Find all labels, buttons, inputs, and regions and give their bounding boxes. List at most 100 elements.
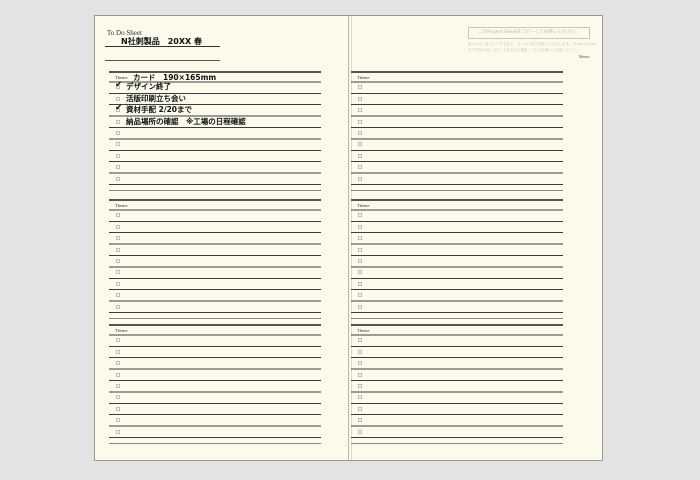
todo-row[interactable]	[351, 245, 563, 256]
checkbox[interactable]	[358, 293, 362, 298]
todo-row[interactable]	[351, 210, 563, 221]
checkbox[interactable]	[116, 418, 120, 423]
todo-row[interactable]	[109, 335, 321, 346]
checkbox[interactable]	[358, 96, 362, 101]
todo-row[interactable]	[109, 128, 321, 139]
checkbox[interactable]	[358, 361, 362, 366]
checkbox[interactable]	[358, 153, 362, 158]
checkbox[interactable]	[116, 304, 120, 309]
checkbox[interactable]	[358, 384, 362, 388]
todo-row[interactable]	[109, 347, 321, 358]
checkbox[interactable]	[116, 395, 120, 400]
checkbox[interactable]	[116, 293, 120, 298]
todo-row[interactable]	[109, 290, 321, 301]
checkbox[interactable]	[358, 165, 362, 170]
todo-row[interactable]	[109, 233, 321, 244]
todo-row[interactable]	[109, 139, 321, 150]
checkbox[interactable]	[116, 429, 120, 434]
todo-row[interactable]	[351, 222, 563, 233]
todo-row[interactable]	[109, 222, 321, 233]
todo-row[interactable]	[351, 82, 563, 93]
todo-row[interactable]	[109, 358, 321, 369]
todo-row[interactable]	[351, 139, 563, 150]
todo-row[interactable]	[351, 381, 563, 392]
todo-row[interactable]	[351, 415, 563, 426]
todo-row[interactable]	[351, 358, 563, 369]
checkbox[interactable]	[358, 372, 362, 377]
todo-row[interactable]	[109, 245, 321, 256]
checkbox[interactable]	[116, 131, 120, 135]
checkbox[interactable]	[358, 395, 362, 400]
checkbox[interactable]	[358, 247, 362, 252]
checkbox[interactable]	[116, 338, 120, 343]
checkbox[interactable]	[358, 281, 362, 286]
todo-row[interactable]	[109, 256, 321, 267]
checkbox[interactable]	[358, 108, 362, 113]
todo-row[interactable]	[351, 290, 563, 301]
checkbox[interactable]	[116, 384, 120, 388]
todo-row[interactable]	[351, 128, 563, 139]
todo-row[interactable]	[351, 151, 563, 162]
todo-text[interactable]: デザイン終了	[126, 81, 171, 92]
checkbox[interactable]	[358, 418, 362, 423]
checkbox[interactable]	[116, 281, 120, 286]
todo-row[interactable]	[109, 392, 321, 403]
checkbox[interactable]	[358, 236, 362, 241]
checkbox[interactable]	[116, 213, 120, 218]
checkbox[interactable]	[358, 406, 362, 411]
todo-row[interactable]	[109, 302, 321, 313]
checkbox[interactable]	[358, 224, 362, 229]
todo-row[interactable]	[351, 404, 563, 415]
todo-row[interactable]	[109, 427, 321, 438]
todo-row[interactable]: 納品場所の確認 ※工場の日程確認	[109, 117, 321, 128]
checkbox[interactable]	[358, 429, 362, 434]
todo-row[interactable]	[351, 335, 563, 346]
checkbox[interactable]	[116, 96, 120, 101]
checkbox[interactable]	[116, 349, 120, 354]
todo-row[interactable]	[351, 347, 563, 358]
checkbox[interactable]	[116, 119, 120, 124]
todo-row[interactable]	[109, 279, 321, 290]
todo-row[interactable]	[351, 427, 563, 438]
todo-row[interactable]	[351, 392, 563, 403]
todo-text[interactable]: 活版印刷立ち会い	[126, 93, 186, 104]
todo-row[interactable]	[109, 415, 321, 426]
todo-row[interactable]	[351, 267, 563, 278]
todo-text[interactable]: 資材手配 2/20まで	[126, 104, 192, 115]
todo-row[interactable]	[109, 151, 321, 162]
todo-row[interactable]	[109, 210, 321, 221]
checkbox[interactable]	[358, 304, 362, 309]
checkbox[interactable]	[116, 142, 120, 147]
todo-row[interactable]	[351, 117, 563, 128]
checkbox[interactable]	[116, 406, 120, 411]
checkbox[interactable]	[116, 372, 120, 377]
checkbox[interactable]	[358, 259, 362, 263]
checkbox[interactable]	[358, 142, 362, 147]
todo-row[interactable]	[351, 256, 563, 267]
todo-row[interactable]	[109, 162, 321, 173]
checkbox[interactable]	[116, 259, 120, 263]
checkbox[interactable]	[358, 213, 362, 218]
todo-row[interactable]	[109, 267, 321, 278]
checkbox[interactable]	[116, 247, 120, 252]
checkbox[interactable]	[358, 176, 362, 181]
checkbox[interactable]	[358, 131, 362, 135]
todo-row[interactable]	[351, 94, 563, 105]
checkbox[interactable]	[358, 349, 362, 354]
todo-row[interactable]	[351, 162, 563, 173]
todo-row[interactable]	[109, 370, 321, 381]
checkbox[interactable]	[116, 176, 120, 181]
checkbox[interactable]	[116, 236, 120, 241]
checkbox[interactable]	[116, 165, 120, 170]
checkbox[interactable]	[358, 338, 362, 343]
todo-row[interactable]	[351, 279, 563, 290]
todo-row[interactable]	[351, 370, 563, 381]
todo-row[interactable]	[109, 381, 321, 392]
checkbox[interactable]	[116, 361, 120, 366]
todo-row[interactable]	[351, 302, 563, 313]
todo-row[interactable]	[351, 174, 563, 185]
checkbox[interactable]	[358, 270, 362, 275]
checkbox[interactable]	[358, 85, 362, 90]
todo-row[interactable]	[109, 174, 321, 185]
checkbox[interactable]	[116, 270, 120, 275]
